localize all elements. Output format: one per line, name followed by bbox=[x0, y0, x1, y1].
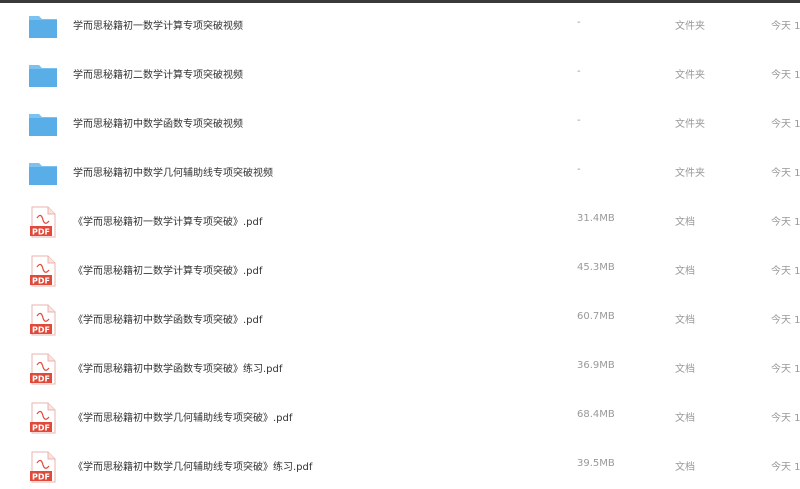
file-name: 学而思秘籍初中数学函数专项突破视频 bbox=[73, 119, 243, 130]
pdf-icon-label: PDF bbox=[32, 228, 50, 237]
pdf-icon-label: PDF bbox=[32, 375, 50, 384]
file-name: 《学而思秘籍初中数学函数专项突破》.pdf bbox=[73, 315, 263, 326]
file-type: 文件夹 bbox=[675, 21, 705, 32]
file-date: 今天 1 bbox=[771, 413, 800, 424]
file-name: 《学而思秘籍初中数学函数专项突破》练习.pdf bbox=[73, 364, 283, 375]
file-size: 31.4MB bbox=[577, 213, 615, 224]
file-size: - bbox=[577, 115, 581, 126]
file-size: - bbox=[577, 17, 581, 28]
file-row[interactable]: 学而思秘籍初二数学计算专项突破视频 - 文件夹 今天 1 bbox=[0, 53, 800, 97]
file-date: 今天 1 bbox=[771, 315, 800, 326]
folder-icon bbox=[27, 157, 59, 189]
file-date: 今天 1 bbox=[771, 70, 800, 81]
file-type: 文件夹 bbox=[675, 119, 705, 130]
folder-icon bbox=[27, 59, 59, 91]
file-date: 今天 1 bbox=[771, 119, 800, 130]
file-size: 36.9MB bbox=[577, 360, 615, 371]
folder-icon bbox=[27, 10, 59, 42]
pdf-icon: PDF bbox=[27, 206, 59, 238]
file-name: 学而思秘籍初一数学计算专项突破视频 bbox=[73, 21, 243, 32]
folder-icon bbox=[27, 108, 59, 140]
file-size: 68.4MB bbox=[577, 409, 615, 420]
pdf-icon-label: PDF bbox=[32, 277, 50, 286]
file-row[interactable]: PDF 《学而思秘籍初一数学计算专项突破》.pdf 31.4MB 文档 今天 1 bbox=[0, 200, 800, 244]
file-row[interactable]: 学而思秘籍初中数学几何辅助线专项突破视频 - 文件夹 今天 1 bbox=[0, 151, 800, 195]
file-type: 文档 bbox=[675, 364, 695, 375]
file-list: 学而思秘籍初一数学计算专项突破视频 - 文件夹 今天 1 学而思秘籍初二数学计算… bbox=[0, 3, 800, 483]
file-type: 文档 bbox=[675, 315, 695, 326]
file-type: 文档 bbox=[675, 413, 695, 424]
pdf-icon: PDF bbox=[27, 353, 59, 385]
file-row[interactable]: 学而思秘籍初一数学计算专项突破视频 - 文件夹 今天 1 bbox=[0, 4, 800, 48]
file-name: 《学而思秘籍初一数学计算专项突破》.pdf bbox=[73, 217, 263, 228]
pdf-icon: PDF bbox=[27, 451, 59, 483]
file-date: 今天 1 bbox=[771, 217, 800, 228]
file-row[interactable]: PDF 《学而思秘籍初中数学几何辅助线专项突破》.pdf 68.4MB 文档 今… bbox=[0, 396, 800, 440]
file-name: 《学而思秘籍初中数学几何辅助线专项突破》练习.pdf bbox=[73, 462, 313, 473]
file-size: 39.5MB bbox=[577, 458, 615, 469]
pdf-icon: PDF bbox=[27, 402, 59, 434]
file-row[interactable]: PDF 《学而思秘籍初中数学函数专项突破》练习.pdf 36.9MB 文档 今天… bbox=[0, 347, 800, 391]
file-type: 文档 bbox=[675, 266, 695, 277]
pdf-icon-label: PDF bbox=[32, 424, 50, 433]
file-type: 文件夹 bbox=[675, 168, 705, 179]
file-name: 《学而思秘籍初二数学计算专项突破》.pdf bbox=[73, 266, 263, 277]
file-date: 今天 1 bbox=[771, 21, 800, 32]
pdf-icon-label: PDF bbox=[32, 473, 50, 482]
file-size: 45.3MB bbox=[577, 262, 615, 273]
file-name: 学而思秘籍初中数学几何辅助线专项突破视频 bbox=[73, 168, 273, 179]
file-row[interactable]: PDF 《学而思秘籍初中数学函数专项突破》.pdf 60.7MB 文档 今天 1 bbox=[0, 298, 800, 342]
file-row[interactable]: PDF 《学而思秘籍初中数学几何辅助线专项突破》练习.pdf 39.5MB 文档… bbox=[0, 445, 800, 489]
file-size: - bbox=[577, 66, 581, 77]
file-size: - bbox=[577, 164, 581, 175]
file-type: 文档 bbox=[675, 462, 695, 473]
file-type: 文档 bbox=[675, 217, 695, 228]
file-row[interactable]: PDF 《学而思秘籍初二数学计算专项突破》.pdf 45.3MB 文档 今天 1 bbox=[0, 249, 800, 293]
file-type: 文件夹 bbox=[675, 70, 705, 81]
file-size: 60.7MB bbox=[577, 311, 615, 322]
pdf-icon: PDF bbox=[27, 255, 59, 287]
pdf-icon: PDF bbox=[27, 304, 59, 336]
file-name: 《学而思秘籍初中数学几何辅助线专项突破》.pdf bbox=[73, 413, 293, 424]
file-name: 学而思秘籍初二数学计算专项突破视频 bbox=[73, 70, 243, 81]
file-date: 今天 1 bbox=[771, 266, 800, 277]
file-row[interactable]: 学而思秘籍初中数学函数专项突破视频 - 文件夹 今天 1 bbox=[0, 102, 800, 146]
pdf-icon-label: PDF bbox=[32, 326, 50, 335]
file-date: 今天 1 bbox=[771, 168, 800, 179]
file-date: 今天 1 bbox=[771, 462, 800, 473]
file-date: 今天 1 bbox=[771, 364, 800, 375]
